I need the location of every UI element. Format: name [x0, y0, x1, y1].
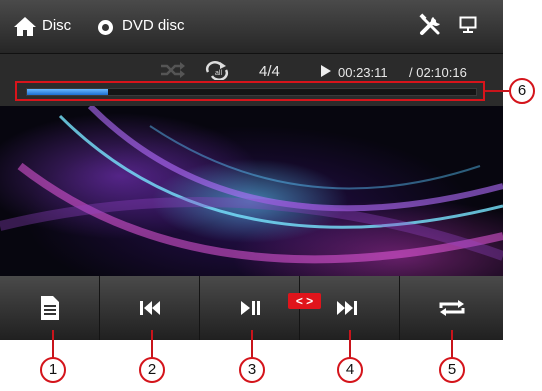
home-icon[interactable]	[13, 15, 37, 37]
playlist-button[interactable]	[0, 276, 100, 340]
monitor-icon[interactable]	[459, 16, 477, 34]
repeat-mode-icon[interactable]: all	[203, 60, 231, 80]
callout-line-1	[52, 330, 54, 358]
disc-icon	[98, 20, 113, 35]
play-pause-button[interactable]	[200, 276, 300, 340]
callout-3: 3	[239, 357, 265, 383]
callout-6: 6	[509, 78, 535, 104]
repeat-icon	[439, 300, 464, 316]
previous-icon	[139, 301, 160, 315]
play-pause-icon	[241, 301, 260, 315]
callout-line-4	[349, 330, 351, 358]
progress-highlight-box	[15, 81, 485, 101]
disc-label: DVD disc	[122, 17, 185, 34]
callout-line-6	[485, 90, 509, 92]
dvd-player-screen: Disc DVD disc all 4/4 00:23:11 / 02:10:1…	[0, 0, 503, 340]
next-icon	[337, 301, 357, 315]
callout-5: 5	[439, 357, 465, 383]
track-counter: 4/4	[259, 63, 280, 80]
total-time: / 02:10:16	[409, 65, 467, 80]
callout-1: 1	[40, 357, 66, 383]
shuffle-icon[interactable]	[160, 62, 186, 78]
elapsed-time: 00:23:11	[338, 65, 388, 80]
callout-line-5	[451, 330, 453, 358]
top-bar: Disc DVD disc	[0, 0, 503, 54]
callout-4: 4	[337, 357, 363, 383]
callout-line-2	[151, 330, 153, 358]
tools-icon[interactable]	[418, 13, 444, 39]
callout-2: 2	[139, 357, 165, 383]
callout-line-3	[251, 330, 253, 358]
play-state-icon	[321, 65, 331, 77]
source-label: Disc	[42, 17, 72, 34]
svg-text:all: all	[215, 70, 222, 77]
previous-button[interactable]	[100, 276, 200, 340]
list-icon	[40, 296, 59, 320]
background-artwork	[0, 106, 503, 276]
